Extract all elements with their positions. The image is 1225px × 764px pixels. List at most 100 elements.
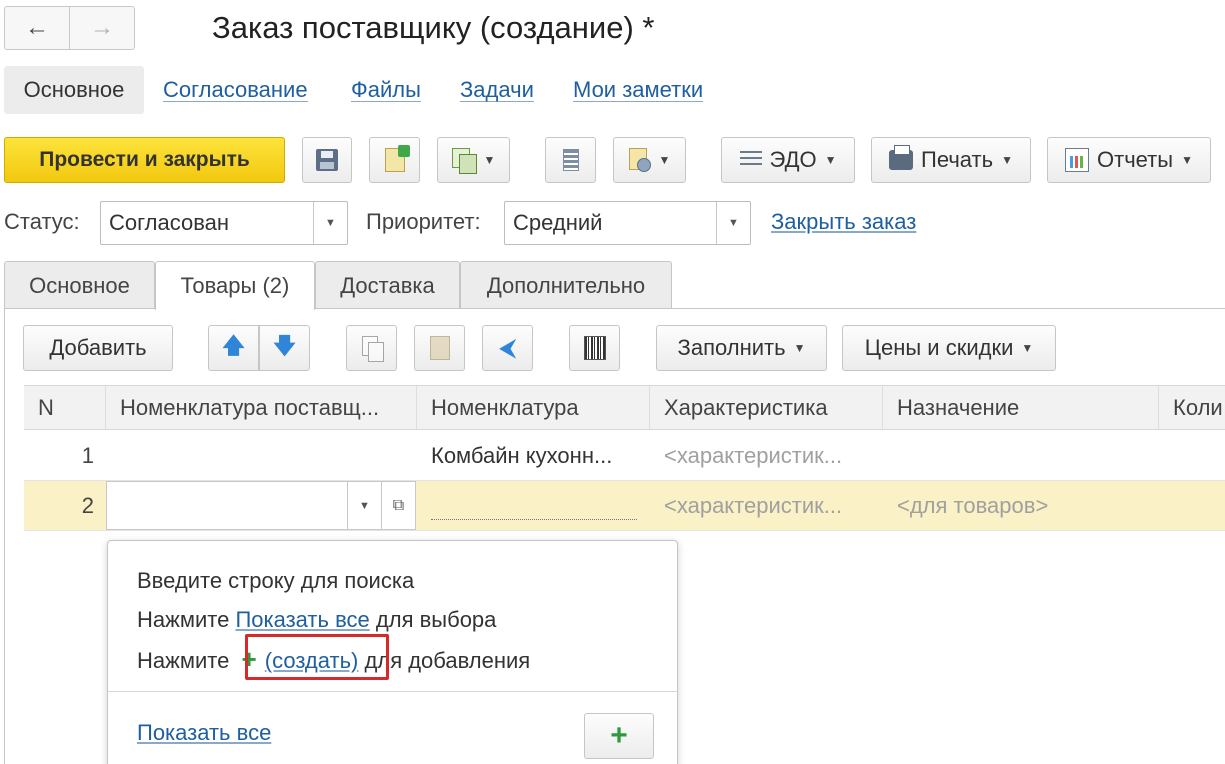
section-tab-approval-label: Согласование (163, 76, 308, 103)
add-button[interactable]: Добавить (23, 325, 173, 371)
create-based-on-button[interactable]: ▼ (437, 137, 510, 183)
column-n[interactable]: N (24, 386, 106, 429)
print-label: Печать (921, 147, 994, 172)
supplier-item-cell[interactable] (106, 431, 417, 480)
post-and-close-button[interactable]: Провести и закрыть (4, 137, 285, 183)
attachments-button[interactable]: ▼ (613, 137, 686, 183)
section-tab-tasks[interactable]: Задачи (460, 66, 534, 114)
tab-additional[interactable]: Дополнительно (460, 261, 672, 309)
status-select[interactable]: Согласован ▼ (100, 201, 348, 245)
tab-main[interactable]: Основное (4, 261, 155, 309)
show-all-inline-link[interactable]: Показать все (235, 607, 369, 632)
chevron-down-icon: ▼ (793, 341, 806, 355)
move-up-button[interactable]: 🡅 (208, 325, 259, 371)
characteristic-cell[interactable]: <характеристик... (650, 481, 883, 530)
paste-icon (429, 336, 450, 360)
highlight-box (245, 634, 389, 680)
arrow-down-icon: 🡇 (273, 333, 296, 358)
barcode-icon (583, 336, 606, 360)
supplier-item-input[interactable]: ▼ ⧉ (106, 481, 416, 530)
chevron-down-icon[interactable]: ▼ (716, 202, 750, 244)
search-hint: Введите строку для поиска (137, 568, 415, 593)
open-item-icon[interactable]: ⧉ (381, 482, 415, 529)
split-row-button[interactable]: ⮜ (482, 325, 533, 371)
close-order-link[interactable]: Закрыть заказ (771, 209, 916, 235)
prices-label: Цены и скидки (864, 335, 1014, 360)
section-tab-tasks-label: Задачи (460, 76, 534, 103)
arrow-left-icon[interactable]: ← (5, 7, 69, 49)
move-down-button[interactable]: 🡇 (259, 325, 310, 371)
post-icon (384, 145, 410, 172)
page-title: Заказ поставщику (создание) * (212, 10, 655, 45)
item-cell-underline (431, 519, 637, 520)
chevron-down-icon[interactable]: ▼ (347, 482, 381, 529)
prices-discounts-button[interactable]: Цены и скидки ▼ (842, 325, 1056, 371)
split-icon: ⮜ (499, 335, 516, 360)
chevron-down-icon[interactable]: ▼ (313, 202, 347, 244)
arrow-right-icon[interactable]: → (69, 7, 134, 49)
row-number: 2 (81, 492, 94, 518)
item-cell[interactable] (417, 481, 650, 530)
structure-icon (562, 149, 579, 171)
show-all-hint: Нажмите Показать все для выбора (137, 607, 496, 633)
tab-goods[interactable]: Товары (2) (155, 261, 315, 310)
column-characteristic[interactable]: Характеристика (650, 386, 883, 429)
priority-value: Средний (513, 210, 603, 235)
report-icon (1065, 148, 1090, 172)
table-row-selected[interactable]: 2 ▼ ⧉ <характеристик... <для товаров> (24, 481, 1225, 531)
purpose-cell[interactable]: <для товаров> (883, 481, 1159, 530)
create-based-on-icon (451, 148, 477, 174)
status-value: Согласован (109, 210, 230, 235)
edo-button[interactable]: ЭДО ▼ (721, 137, 855, 183)
search-dropdown: Введите строку для поиска Нажмите Показа… (107, 540, 678, 764)
structure-button[interactable] (545, 137, 596, 183)
chevron-down-icon: ▼ (1021, 341, 1034, 355)
save-button[interactable] (302, 137, 352, 183)
arrow-up-icon: 🡅 (222, 333, 245, 358)
barcode-button[interactable] (569, 325, 620, 371)
edo-label: ЭДО (769, 147, 817, 172)
print-button[interactable]: Печать ▼ (871, 137, 1031, 183)
priority-select[interactable]: Средний ▼ (504, 201, 751, 245)
column-item[interactable]: Номенклатура (417, 386, 650, 429)
column-quantity[interactable]: Коли (1159, 386, 1225, 429)
tab-delivery[interactable]: Доставка (315, 261, 460, 309)
row-number: 1 (81, 442, 94, 468)
reports-label: Отчеты (1097, 147, 1174, 172)
paste-button[interactable] (414, 325, 465, 371)
history-nav: ← → (4, 6, 135, 50)
chevron-down-icon: ▼ (483, 153, 496, 167)
attachments-icon (628, 148, 651, 172)
section-tab-notes[interactable]: Мои заметки (573, 66, 704, 114)
tab-panel-border (4, 308, 5, 764)
create-hint-suffix: для добавления (364, 648, 531, 673)
copy-button[interactable] (346, 325, 397, 371)
create-hint-prefix: Нажмите (137, 648, 230, 673)
characteristic-cell[interactable]: <характеристик... (650, 431, 883, 480)
add-new-button[interactable]: + (584, 713, 654, 759)
section-tab-notes-label: Мои заметки (573, 76, 704, 103)
copy-icon (361, 336, 384, 362)
show-all-link[interactable]: Показать все (137, 720, 271, 746)
chevron-down-icon: ▼ (1001, 153, 1013, 167)
item-cell[interactable]: Комбайн кухонн... (417, 431, 650, 480)
reports-button[interactable]: Отчеты ▼ (1047, 137, 1211, 183)
fill-label: Заполнить (677, 335, 786, 360)
table-row[interactable]: 1 Комбайн кухонн... <характеристик... (24, 431, 1225, 481)
section-tab-main[interactable]: Основное (4, 66, 144, 114)
section-tab-files[interactable]: Файлы (351, 66, 421, 114)
printer-icon (889, 145, 914, 170)
chevron-down-icon: ▼ (824, 153, 837, 167)
section-tab-approval[interactable]: Согласование (163, 66, 308, 114)
post-button[interactable] (369, 137, 420, 183)
fill-button[interactable]: Заполнить ▼ (656, 325, 827, 371)
show-all-hint-suffix: для выбора (375, 607, 497, 632)
purpose-cell[interactable] (883, 431, 1159, 480)
column-purpose[interactable]: Назначение (883, 386, 1159, 429)
chevron-down-icon: ▼ (1181, 153, 1193, 167)
column-supplier-item[interactable]: Номенклатура поставщ... (106, 386, 417, 429)
section-tab-main-label: Основное (23, 77, 125, 102)
status-label: Статус: (4, 209, 80, 234)
popup-divider (108, 691, 677, 692)
section-tab-files-label: Файлы (351, 76, 421, 103)
